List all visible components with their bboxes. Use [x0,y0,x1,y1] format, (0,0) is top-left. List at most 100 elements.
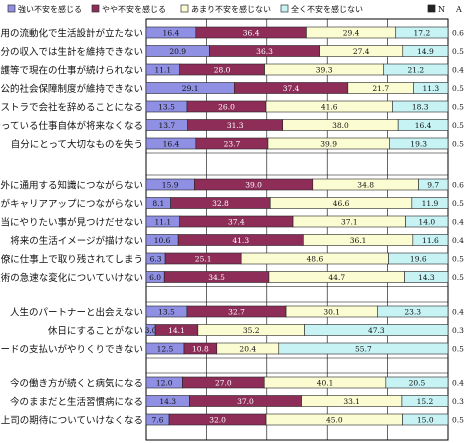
data-label-r9-s4: 11.9 [422,199,439,208]
data-label-r8-s2: 39.0 [245,181,262,190]
data-label-r2-s3: 27.4 [353,47,370,56]
legend-label-4: 全く不安を感じない [291,4,363,14]
header-a: A [455,5,462,14]
data-label-r14-s4: 23.3 [404,308,421,317]
data-label-r7-s3: 39.9 [320,140,337,149]
data-label-r17-s2: 27.0 [215,379,232,388]
data-label-r6-s1: 13.7 [158,121,175,130]
data-label-r12-s4: 19.6 [410,255,427,264]
data-label-r10-s4: 14.0 [418,218,435,227]
data-label-r10-s1: 11.1 [154,218,171,227]
data-label-r15-s2: 14.1 [168,326,185,335]
data-label-r7-s2: 23.7 [224,140,241,149]
data-label-r10-s2: 37.4 [228,218,245,227]
data-label-r19-s1: 7.6 [152,416,164,425]
data-label-r16-s2: 10.8 [192,345,209,354]
data-label-r11-s1: 10.6 [154,236,171,245]
a-value-6: 0.5 [452,121,464,130]
data-label-r2-s4: 14.9 [417,47,434,56]
a-column-values: 0.6 0.5 0.4 0.5 0.5 0.5 0.5 0.6 0.5 0.4 0.4 0.5 0.5 0… [452,29,464,425]
a-value-3: 0.4 [452,66,464,75]
data-label-r14-s2: 32.7 [228,308,245,317]
data-label-r9-s2: 32.8 [212,199,229,208]
a-value-11: 0.4 [452,236,464,245]
a-value-12: 0.5 [452,255,464,264]
data-label-r11-s3: 36.1 [350,236,367,245]
category-labels: 雇用の流動化で生活設計が立たない自分の収入では生計を維持できない介護等で現在の仕… [0,28,143,427]
a-value-4: 0.5 [452,84,464,93]
data-label-r3-s4: 21.2 [408,66,425,75]
a-value-10: 0.4 [452,218,464,227]
category-label-18: 今のままだと生活習慣病になる [10,396,143,408]
legend-swatch-4 [280,4,289,13]
legend-label-3: あまり不安を感じない [191,4,271,14]
data-label-r6-s4: 16.4 [415,121,432,130]
data-label-r5-s3: 41.6 [321,103,338,112]
data-label-r13-s3: 44.7 [328,273,345,282]
data-label-r2-s2: 36.3 [256,47,273,56]
data-label-r18-s4: 15.2 [417,397,434,406]
category-label-14: 人生のパートナーと出会えない [10,307,143,319]
data-label-r13-s4: 14.3 [418,273,435,282]
a-value-1: 0.6 [452,29,464,38]
data-label-r10-s3: 37.1 [341,218,358,227]
data-label-r9-s1: 8.1 [152,199,164,208]
a-value-15: 0.3 [452,326,464,335]
data-label-r17-s3: 40.1 [317,379,334,388]
a-value-19: 0.5 [452,416,464,425]
data-label-r12-s1: 6.3 [150,255,162,264]
data-label-r11-s4: 11.6 [422,236,439,245]
data-label-r11-s2: 41.3 [232,236,249,245]
data-label-r17-s1: 12.0 [156,379,173,388]
data-label-r4-s3: 21.7 [372,84,389,93]
a-value-14: 0.4 [452,308,464,317]
data-label-r13-s1: 6.0 [149,273,161,282]
data-label-r8-s3: 34.8 [357,181,374,190]
data-label-r4-s2: 37.4 [283,84,300,93]
data-label-r5-s2: 26.0 [218,103,235,112]
category-label-4: 公的社会保障制度が維持できない [0,83,143,95]
data-label-r2-s1: 20.9 [169,47,186,56]
data-label-r3-s3: 39.3 [316,66,333,75]
data-label-r5-s1: 13.5 [158,103,175,112]
data-label-r15-s4: 47.3 [368,326,385,335]
data-label-r18-s3: 33.1 [343,397,360,406]
data-label-r17-s4: 20.5 [409,379,426,388]
data-label-r8-s1: 15.9 [162,181,179,190]
category-label-2: 自分の収入では生計を維持できない [0,46,143,58]
data-label-r18-s1: 14.3 [159,397,176,406]
data-label-r18-s2: 37.0 [237,397,254,406]
legend-swatch-2 [91,4,100,13]
a-value-9: 0.5 [452,199,464,208]
data-label-r4-s4: 11.3 [422,84,439,93]
data-label-r5-s4: 18.3 [412,103,429,112]
category-label-6: 今やっている仕事自体が将来なくなる [0,120,143,132]
data-label-r14-s3: 30.1 [323,308,340,317]
header-n: N [438,5,445,14]
data-label-r6-s3: 38.0 [332,121,349,130]
a-value-18: 0.3 [452,397,464,406]
data-label-r6-s2: 31.3 [227,121,244,130]
category-label-19: 上司の期待についていけなくなる [1,415,143,427]
data-label-r16-s1: 12.5 [157,345,174,354]
data-label-r14-s1: 13.5 [158,308,175,317]
data-label-r19-s2: 32.0 [209,416,226,425]
data-label-r12-s2: 25.1 [195,255,212,264]
data-label-r16-s3: 20.4 [239,345,256,354]
data-label-r8-s4: 9.7 [427,181,439,190]
a-value-16: 0.5 [452,345,464,354]
legend-swatch-3 [180,4,189,13]
data-label-r15-s3: 35.2 [243,326,260,335]
data-label-r1-s3: 29.4 [343,29,360,38]
data-label-r13-s2: 34.5 [208,273,225,282]
data-label-r16-s4: 55.7 [355,345,372,354]
a-value-8: 0.6 [452,181,464,190]
a-value-17: 0.4 [452,379,464,388]
extra-column-headers: NA [427,4,462,14]
category-label-12: 同僚に仕事上で取り残されてしまう [0,254,143,266]
category-label-10: 本当にやりたい事が見つけだせない [0,217,143,229]
legend-swatch-1 [7,4,16,13]
data-label-r9-s3: 46.6 [333,199,350,208]
category-label-15: 休日にすることがない [48,325,143,337]
category-label-9: 仕事がキャリアアップにつながらない [0,198,143,210]
